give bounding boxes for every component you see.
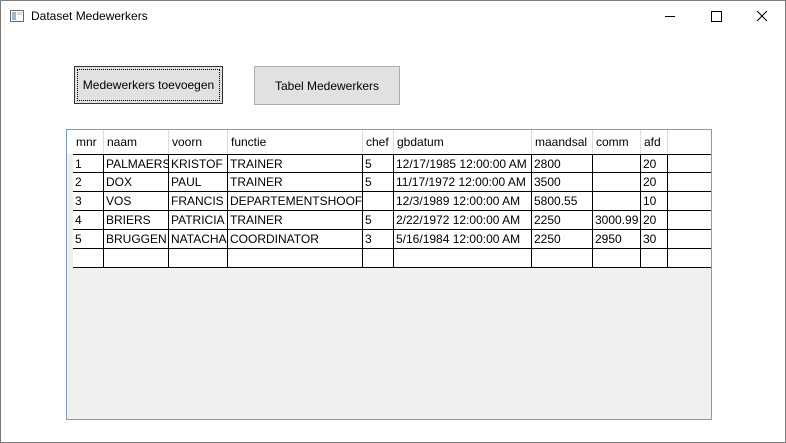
- cell-maandsal[interactable]: 2250: [532, 230, 593, 248]
- cell-afd[interactable]: 20: [641, 173, 668, 191]
- cell-gbdatum[interactable]: 11/17/1972 12:00:00 AM: [394, 173, 532, 191]
- cell-naam[interactable]: BRUGGEN: [104, 230, 169, 248]
- cell-functie[interactable]: DEPARTEMENTSHOOFD: [228, 192, 363, 210]
- cell-mnr[interactable]: 4: [73, 211, 104, 229]
- cell-mnr[interactable]: 1: [73, 155, 104, 173]
- row-filler: [668, 249, 711, 267]
- cell-voorn[interactable]: FRANCIS: [169, 192, 228, 210]
- cell-chef[interactable]: [363, 192, 394, 210]
- cell-chef[interactable]: [363, 249, 394, 267]
- cell-afd[interactable]: 20: [641, 155, 668, 173]
- cell-gbdatum[interactable]: [394, 249, 532, 267]
- cell-chef[interactable]: 5: [363, 211, 394, 229]
- cell-naam[interactable]: VOS: [104, 192, 169, 210]
- window-title: Dataset Medewerkers: [31, 9, 148, 23]
- employees-datagrid[interactable]: mnr naam voorn functie chef gbdatum maan…: [66, 129, 712, 420]
- cell-afd[interactable]: 30: [641, 230, 668, 248]
- cell-functie[interactable]: TRAINER: [228, 155, 363, 173]
- column-header-functie[interactable]: functie: [228, 130, 363, 154]
- table-row[interactable]: 4 BRIERS PATRICIA TRAINER 5 2/22/1972 12:00:0…: [73, 211, 711, 230]
- cell-afd[interactable]: 20: [641, 211, 668, 229]
- window-app-icon: [10, 10, 24, 22]
- employees-table-label: Tabel Medewerkers: [274, 78, 380, 93]
- row-filler: [668, 155, 711, 173]
- cell-naam[interactable]: [104, 249, 169, 267]
- cell-mnr[interactable]: 2: [73, 173, 104, 191]
- minimize-button[interactable]: [647, 1, 693, 31]
- cell-voorn[interactable]: KRISTOF: [169, 155, 228, 173]
- column-header-chef[interactable]: chef: [363, 130, 394, 154]
- cell-voorn[interactable]: [169, 249, 228, 267]
- grid-header: mnr naam voorn functie chef gbdatum maan…: [67, 130, 711, 154]
- cell-maandsal[interactable]: [532, 249, 593, 267]
- cell-comm[interactable]: 3000.99: [593, 211, 641, 229]
- cell-naam[interactable]: DOX: [104, 173, 169, 191]
- close-icon: [756, 10, 768, 22]
- cell-mnr[interactable]: [73, 249, 104, 267]
- cell-gbdatum[interactable]: 5/16/1984 12:00:00 AM: [394, 230, 532, 248]
- maximize-icon: [711, 11, 722, 22]
- table-row[interactable]: [73, 249, 711, 268]
- close-button[interactable]: [739, 1, 785, 31]
- cell-gbdatum[interactable]: 2/22/1972 12:00:00 AM: [394, 211, 532, 229]
- table-row[interactable]: 1 PALMAERS KRISTOF TRAINER 5 12/17/1985 12:00…: [73, 154, 711, 173]
- column-header-gbdatum[interactable]: gbdatum: [394, 130, 532, 154]
- cell-gbdatum[interactable]: 12/3/1989 12:00:00 AM: [394, 192, 532, 210]
- column-header-maandsal[interactable]: maandsal: [532, 130, 593, 154]
- cell-comm[interactable]: [593, 249, 641, 267]
- cell-functie[interactable]: COORDINATOR: [228, 230, 363, 248]
- employees-table-button[interactable]: Tabel Medewerkers: [254, 66, 400, 105]
- table-row[interactable]: 3 VOS FRANCIS DEPARTEMENTSHOOFD 12/3/1989 12…: [73, 192, 711, 211]
- column-header-voorn[interactable]: voorn: [169, 130, 228, 154]
- cell-afd[interactable]: [641, 249, 668, 267]
- cell-mnr[interactable]: 3: [73, 192, 104, 210]
- cell-chef[interactable]: 3: [363, 230, 394, 248]
- maximize-button[interactable]: [693, 1, 739, 31]
- column-header-afd[interactable]: afd: [641, 130, 668, 154]
- add-employees-label: Medewerkers toevoegen: [82, 78, 215, 92]
- column-header-naam[interactable]: naam: [104, 130, 169, 154]
- cell-maandsal[interactable]: 3500: [532, 173, 593, 191]
- minimize-icon: [665, 16, 675, 17]
- cell-voorn[interactable]: NATACHA: [169, 230, 228, 248]
- cell-functie[interactable]: [228, 249, 363, 267]
- column-header-comm[interactable]: comm: [593, 130, 641, 154]
- cell-afd[interactable]: 10: [641, 192, 668, 210]
- cell-naam[interactable]: PALMAERS: [104, 155, 169, 173]
- cell-maandsal[interactable]: 2800: [532, 155, 593, 173]
- row-filler: [668, 230, 711, 248]
- cell-voorn[interactable]: PATRICIA: [169, 211, 228, 229]
- cell-chef[interactable]: 5: [363, 173, 394, 191]
- column-header-mnr[interactable]: mnr: [73, 130, 104, 154]
- cell-comm[interactable]: [593, 192, 641, 210]
- cell-comm[interactable]: [593, 155, 641, 173]
- cell-functie[interactable]: TRAINER: [228, 173, 363, 191]
- cell-comm[interactable]: [593, 173, 641, 191]
- grid-rows: 1 PALMAERS KRISTOF TRAINER 5 12/17/1985 12:00…: [73, 154, 711, 268]
- cell-maandsal[interactable]: 2250: [532, 211, 593, 229]
- add-employees-button[interactable]: Medewerkers toevoegen: [74, 66, 223, 104]
- row-filler: [668, 173, 711, 191]
- cell-maandsal[interactable]: 5800.55: [532, 192, 593, 210]
- row-filler: [668, 211, 711, 229]
- title-bar[interactable]: Dataset Medewerkers: [1, 1, 785, 31]
- cell-mnr[interactable]: 5: [73, 230, 104, 248]
- cell-chef[interactable]: 5: [363, 155, 394, 173]
- app-window: Dataset Medewerkers Medewerkers toevoege…: [0, 0, 786, 443]
- cell-naam[interactable]: BRIERS: [104, 211, 169, 229]
- row-filler: [668, 192, 711, 210]
- cell-gbdatum[interactable]: 12/17/1985 12:00:00 AM: [394, 155, 532, 173]
- cell-voorn[interactable]: PAUL: [169, 173, 228, 191]
- table-row[interactable]: 5 BRUGGEN NATACHA COORDINATOR 3 5/16/1984 12:…: [73, 230, 711, 249]
- cell-functie[interactable]: TRAINER: [228, 211, 363, 229]
- table-row[interactable]: 2 DOX PAUL TRAINER 5 11/17/1972 12:00:00 AM 35…: [73, 173, 711, 192]
- cell-comm[interactable]: 2950: [593, 230, 641, 248]
